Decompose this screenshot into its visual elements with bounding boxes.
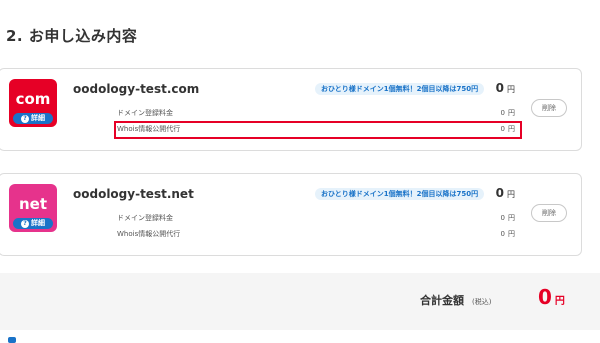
delete-button[interactable]: 削除 xyxy=(531,204,567,222)
delete-button[interactable]: 削除 xyxy=(531,99,567,117)
total-bar: 合計金額 (税込) 0円 xyxy=(0,273,600,330)
fee-label-registration: ドメイン登録料金 xyxy=(117,109,173,117)
domain-name: oodology-test.net xyxy=(73,187,194,201)
highlight-box xyxy=(114,121,522,139)
total-label: 合計金額 (税込) xyxy=(420,294,492,307)
fee-amount-registration: 0円 xyxy=(500,109,515,117)
detail-button[interactable]: ? 詳細 xyxy=(13,218,53,229)
page-title: 2. お申し込み内容 xyxy=(6,27,138,45)
promo-badge: おひとり様ドメイン1個無料！2個目以降は750円 xyxy=(315,83,485,95)
tld-label: com xyxy=(15,90,51,108)
fee-label-whois: Whois情報公開代行 xyxy=(117,230,181,238)
domain-price: 0円 xyxy=(495,81,515,95)
detail-button[interactable]: ? 詳細 xyxy=(13,113,53,124)
order-item-net: net ? 詳細 oodology-test.net おひとり様ドメイン1個無料… xyxy=(0,173,582,256)
domain-price: 0円 xyxy=(495,186,515,200)
fee-amount-whois: 0円 xyxy=(500,230,515,238)
detail-label: 詳細 xyxy=(31,114,45,122)
question-icon: ? xyxy=(21,219,29,228)
promo-badge: おひとり様ドメイン1個無料！2個目以降は750円 xyxy=(315,188,485,200)
question-icon: ? xyxy=(21,114,29,123)
tld-label: net xyxy=(18,195,48,213)
total-amount: 0円 xyxy=(538,285,565,309)
domain-name: oodology-test.com xyxy=(73,82,200,96)
footer-marker xyxy=(8,337,16,343)
fee-amount-registration: 0円 xyxy=(500,214,515,222)
detail-label: 詳細 xyxy=(31,219,45,227)
tld-badge-net: net ? 詳細 xyxy=(9,184,57,232)
tld-badge-com: com ? 詳細 xyxy=(9,79,57,127)
fee-label-registration: ドメイン登録料金 xyxy=(117,214,173,222)
